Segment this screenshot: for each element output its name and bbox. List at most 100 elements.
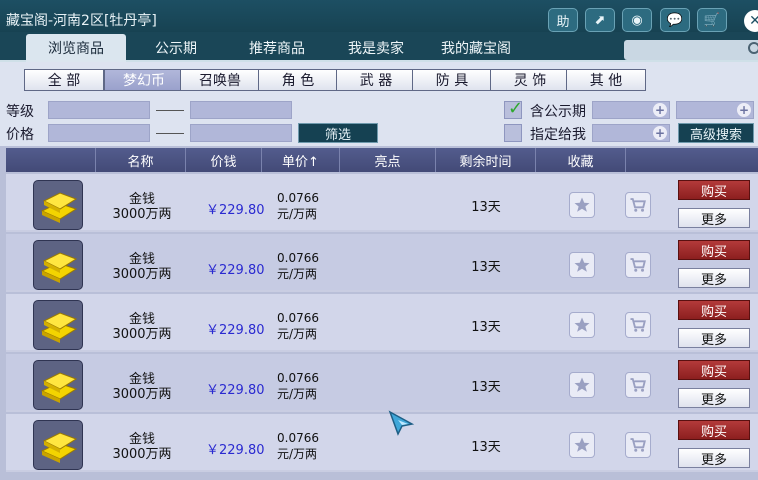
cart-icon[interactable] [625,372,651,398]
public-period-label: 含公示期 [530,104,586,120]
plus-icon[interactable]: + [653,103,667,117]
item-unit-price: 0.0766 [277,191,319,205]
category-armor[interactable]: 防 具 [412,69,492,91]
plus-icon[interactable]: + [737,103,751,117]
star-icon[interactable] [569,312,595,338]
cart-icon[interactable]: 🛒 [697,8,727,32]
search-input[interactable] [624,40,758,60]
tab-recommended[interactable]: 推荐商品 [232,34,322,62]
buy-button[interactable]: 购买 [678,300,750,320]
item-name: 金钱 [128,432,155,447]
tab-seller[interactable]: 我是卖家 [334,34,418,62]
close-icon[interactable]: ✕ [744,10,758,32]
column-icon [6,148,96,172]
item-unit-price: 0.0766 [277,431,319,445]
buy-button[interactable]: 购买 [678,360,750,380]
plus-icon[interactable]: + [653,126,667,140]
category-all[interactable]: 全 部 [24,69,104,91]
gold-ingot-icon[interactable] [33,240,83,290]
public-period-checkbox[interactable]: ✓ [504,98,524,119]
category-accessories[interactable]: 灵 饰 [490,69,570,91]
window-title: 藏宝阁-河南2区[牡丹亭] [6,13,157,29]
chat-icon[interactable]: 💬 [660,8,690,32]
category-game-coin[interactable]: 梦幻币 [104,69,184,91]
cart-icon[interactable] [625,432,651,458]
tab-public-period[interactable]: 公示期 [136,34,216,62]
item-remaining: 13天 [471,320,501,335]
item-remaining: 13天 [471,440,501,455]
column-highlight[interactable]: 亮点 [340,148,436,172]
more-button[interactable]: 更多 [678,328,750,348]
star-icon[interactable] [569,192,595,218]
tab-browse[interactable]: 浏览商品 [26,34,126,62]
column-favorite[interactable]: 收藏 [536,148,626,172]
star-icon[interactable] [569,372,595,398]
assigned-checkbox[interactable] [504,124,522,142]
buy-button[interactable]: 购买 [678,240,750,260]
column-name[interactable]: 名称 [96,148,186,172]
item-remaining: 13天 [471,200,501,215]
more-button[interactable]: 更多 [678,208,750,228]
more-button[interactable]: 更多 [678,268,750,288]
column-actions [626,148,758,172]
table-row: 金钱 3000万两 ￥229.80 0.0766 元/万两 13天 购买 更多 [6,294,758,352]
record-icon[interactable]: ◉ [622,8,652,32]
item-unit-price: 0.0766 [277,251,319,265]
item-price: ￥229.80 [206,203,265,218]
help-icon[interactable]: 助 [548,8,578,32]
item-amount: 3000万两 [112,267,172,282]
more-button[interactable]: 更多 [678,388,750,408]
category-other[interactable]: 其 他 [566,69,646,91]
price-min-input[interactable] [48,124,150,142]
item-amount: 3000万两 [112,207,172,222]
item-amount: 3000万两 [112,447,172,462]
cart-icon[interactable] [625,192,651,218]
table-row: 金钱 3000万两 ￥229.80 0.0766 元/万两 13天 购买 更多 [6,414,758,472]
item-price: ￥229.80 [206,263,265,278]
item-unit: 元/万两 [277,207,318,221]
search-icon[interactable] [748,42,758,54]
gold-ingot-icon[interactable] [33,300,83,350]
check-icon: ✓ [508,98,524,119]
buy-button[interactable]: 购买 [678,420,750,440]
more-button[interactable]: 更多 [678,448,750,468]
category-roles[interactable]: 角 色 [258,69,338,91]
tab-bar: 浏览商品 公示期 推荐商品 我是卖家 我的藏宝阁 [0,32,758,62]
star-icon[interactable] [569,252,595,278]
level-max-input[interactable] [190,101,292,119]
level-range-dash [156,110,184,111]
item-amount: 3000万两 [112,387,172,402]
filter-panel: 等级 价格 筛选 ✓ 含公示期 + + 指定给我 + 高级搜索 [0,96,758,146]
item-remaining: 13天 [471,260,501,275]
item-unit-price: 0.0766 [277,371,319,385]
item-price: ￥229.80 [206,443,265,458]
column-unit-price[interactable]: 单价↑ [262,148,340,172]
cart-icon[interactable] [625,252,651,278]
level-min-input[interactable] [48,101,150,119]
gold-ingot-icon[interactable] [33,180,83,230]
item-name: 金钱 [128,252,155,267]
category-pets[interactable]: 召唤兽 [180,69,260,91]
table-header: 名称 价钱 单价↑ 亮点 剩余时间 收藏 [6,148,758,172]
item-unit: 元/万两 [277,327,318,341]
table-row: 金钱 3000万两 ￥229.80 0.0766 元/万两 13天 购买 更多 [6,234,758,292]
star-icon[interactable] [569,432,595,458]
advanced-search-button[interactable]: 高级搜索 [678,123,754,143]
item-name: 金钱 [128,312,155,327]
cart-icon[interactable] [625,312,651,338]
item-remaining: 13天 [471,380,501,395]
category-bar: 全 部 梦幻币 召唤兽 角 色 武 器 防 具 灵 饰 其 他 [0,62,758,96]
filter-button[interactable]: 筛选 [298,123,378,143]
share-icon[interactable]: ⬈ [585,8,615,32]
buy-button[interactable]: 购买 [678,180,750,200]
category-weapons[interactable]: 武 器 [336,69,416,91]
column-price[interactable]: 价钱 [186,148,262,172]
column-remaining[interactable]: 剩余时间 [436,148,536,172]
price-max-input[interactable] [190,124,292,142]
tab-my-treasury[interactable]: 我的藏宝阁 [430,34,522,62]
item-unit: 元/万两 [277,387,318,401]
item-name: 金钱 [128,372,155,387]
gold-ingot-icon[interactable] [33,360,83,410]
gold-ingot-icon[interactable] [33,420,83,470]
item-name: 金钱 [128,192,155,207]
